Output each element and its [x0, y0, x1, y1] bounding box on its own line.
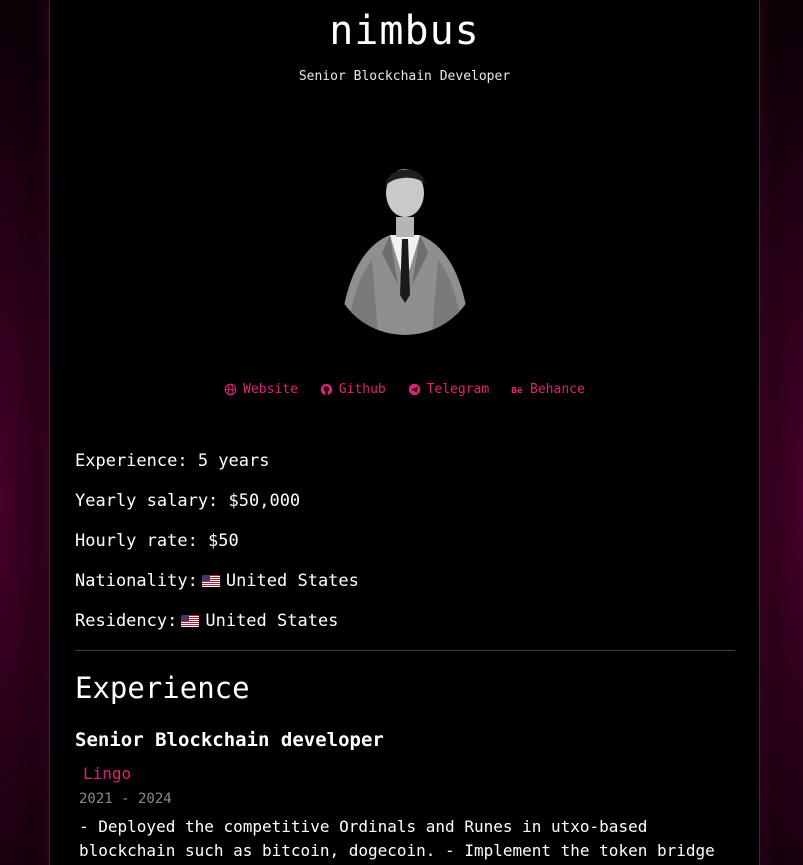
section-divider — [75, 650, 735, 651]
experience-heading: Experience — [75, 671, 250, 705]
avatar — [330, 135, 480, 335]
company-link[interactable]: Lingo — [83, 764, 131, 783]
yearly-salary-fact: Yearly salary: $50,000 — [75, 491, 301, 511]
job-description: - Deployed the competitive Ordinals and … — [79, 817, 715, 860]
globe-icon — [224, 383, 237, 396]
experience-fact: Experience: 5 years — [75, 451, 270, 471]
us-flag-icon — [201, 575, 220, 587]
job-dates: 2021 - 2024 — [79, 791, 172, 807]
telegram-link[interactable]: Telegram — [408, 382, 490, 397]
nationality-label: Nationality: — [75, 571, 198, 591]
website-link-label: Website — [243, 382, 298, 397]
job-title: Senior Blockchain developer — [75, 729, 384, 751]
behance-link-label: Behance — [530, 382, 585, 397]
profile-card: nimbus Senior Blockchain Developer Websi… — [49, 0, 760, 865]
github-link[interactable]: Github — [320, 382, 386, 397]
github-link-label: Github — [338, 382, 386, 397]
website-link[interactable]: Website — [224, 382, 298, 397]
residency-fact: Residency: United States — [75, 611, 359, 651]
telegram-icon — [408, 383, 420, 396]
behance-link[interactable]: Bē Behance — [511, 382, 585, 397]
avatar-photo — [330, 135, 480, 335]
hourly-rate-fact: Hourly rate: $50 — [75, 531, 239, 551]
telegram-link-label: Telegram — [426, 382, 490, 397]
profile-role: Senior Blockchain Developer — [298, 69, 511, 84]
behance-icon: Bē — [511, 385, 523, 395]
profile-name: nimbus — [329, 8, 480, 54]
residency-value: United States — [205, 611, 339, 631]
nationality-value: United States — [225, 571, 359, 591]
github-icon — [320, 383, 332, 396]
social-links: Website Github Telegram Bē Behance — [50, 382, 759, 400]
svg-text:Bē: Bē — [511, 385, 523, 395]
profile-facts: Experience: 5 years Yearly salary: $50,0… — [75, 451, 359, 651]
residency-label: Residency: — [75, 611, 178, 631]
nationality-fact: Nationality: United States — [75, 571, 359, 611]
us-flag-icon — [181, 615, 200, 627]
